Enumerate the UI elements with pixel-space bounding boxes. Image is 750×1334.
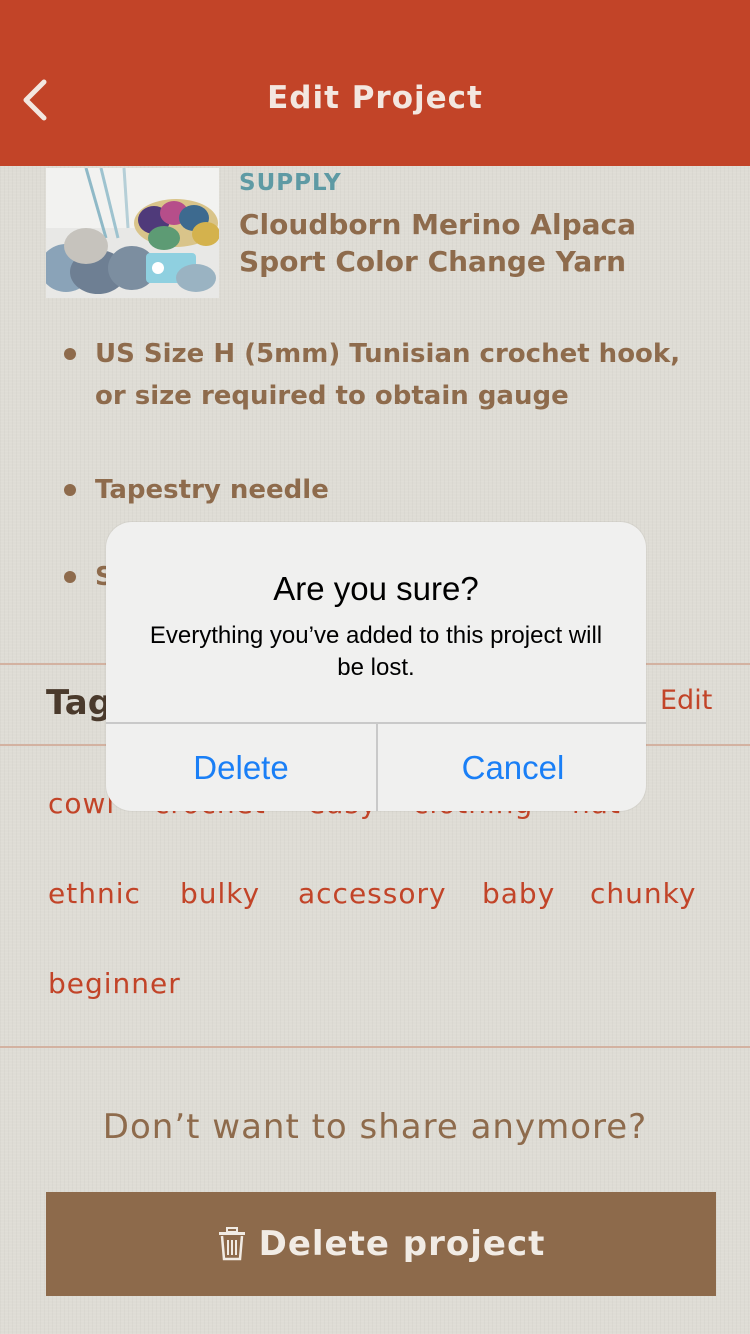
dialog-message: Everything you’ve added to this project … — [149, 622, 603, 681]
dialog-delete-button[interactable]: Delete — [106, 724, 376, 811]
confirm-dialog: Are you sure? Everything you’ve added to… — [106, 522, 646, 811]
dialog-title: Are you sure? — [273, 570, 479, 607]
dialog-cancel-button[interactable]: Cancel — [378, 724, 646, 811]
